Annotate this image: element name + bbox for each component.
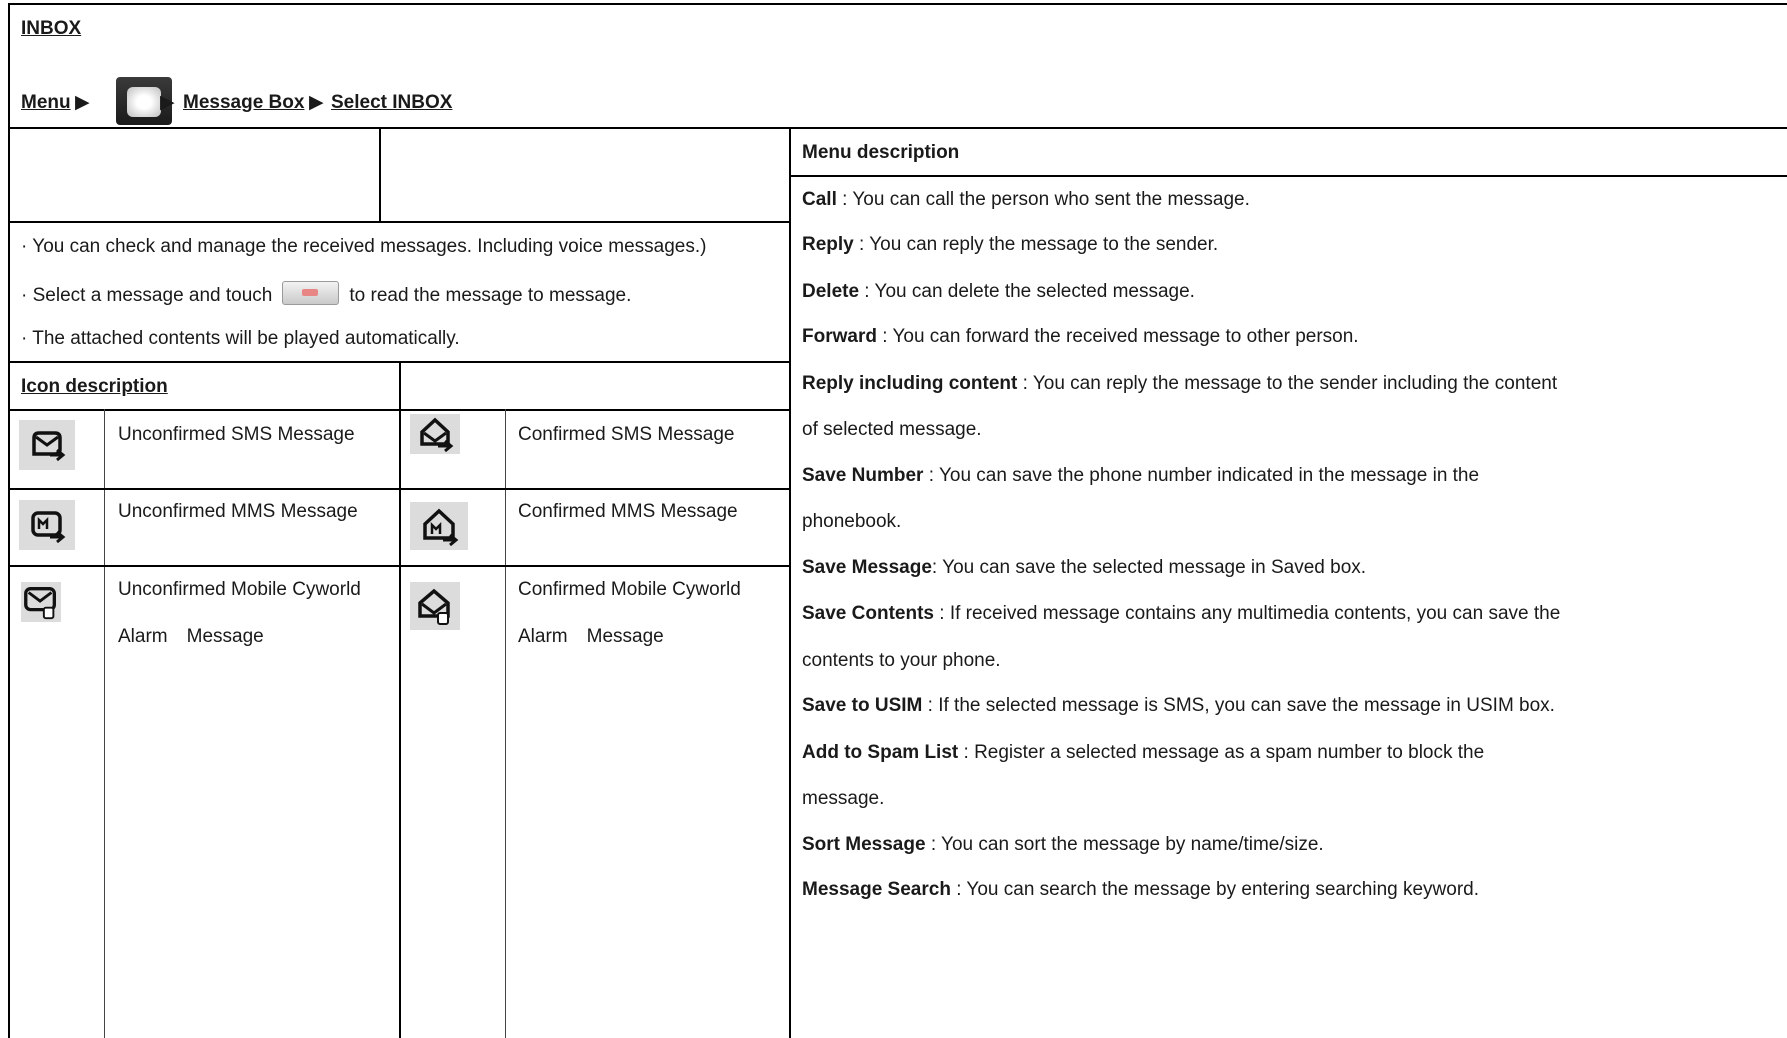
- confirmed-cyworld-label-2: Alarm Message: [518, 626, 664, 647]
- menu-item-save-contents: Save Contents : If received message cont…: [802, 603, 1561, 624]
- empty-cell-divider: [379, 127, 381, 223]
- breadcrumb-arrow-icon: ▶: [160, 92, 175, 113]
- outer-border-top: [8, 3, 1787, 5]
- menu-item-add-to-spam-list-cont: message.: [802, 788, 885, 809]
- icon-row2-bottom: [8, 565, 790, 567]
- menu-item-save-to-usim: Save to USIM : If the selected message i…: [802, 695, 1555, 716]
- header-divider: [8, 127, 1787, 129]
- menu-item-save-number: Save Number : You can save the phone num…: [802, 465, 1480, 486]
- breadcrumb-arrow-icon: ▶: [75, 92, 90, 113]
- menu-item-message-search: Message Search : You can search the mess…: [802, 879, 1480, 900]
- open-cyworld-envelope-icon: [418, 588, 450, 625]
- unconfirmed-sms-label: Unconfirmed SMS Message: [118, 424, 355, 445]
- menu-item-sort-message: Sort Message : You can sort the message …: [802, 834, 1324, 855]
- intro-line-3: · The attached contents will be played a…: [21, 328, 460, 349]
- breadcrumb-arrow-icon: ▶: [309, 92, 324, 113]
- icon-description-heading: Icon description: [21, 376, 168, 397]
- mms-envelope-icon: [31, 511, 66, 544]
- confirmed-mms-icon-cell: [410, 502, 468, 550]
- menu-item-add-to-spam-list: Add to Spam List : Register a selected m…: [802, 742, 1485, 763]
- menu-heading-bottom: [789, 175, 1787, 177]
- envelope-arrow-icon: [32, 431, 66, 462]
- menu-item-save-message: Save Message: You can save the selected …: [802, 557, 1367, 578]
- column-divider-main: [789, 127, 791, 1038]
- icon-col-divider-right: [505, 409, 506, 1038]
- open-envelope-arrow-icon: [420, 417, 454, 453]
- intro-line-2-before: · Select a message and touch: [21, 285, 273, 307]
- menu-item-save-contents-cont: contents to your phone.: [802, 650, 1001, 671]
- breadcrumb-menu[interactable]: Menu: [21, 91, 71, 115]
- confirmed-sms-label: Confirmed SMS Message: [518, 424, 735, 445]
- open-mms-envelope-icon: [423, 508, 459, 546]
- menu-item-forward: Forward : You can forward the received m…: [802, 326, 1359, 347]
- touch-read-button-icon: [282, 281, 340, 305]
- intro-line-2: · Select a message and touch to read the …: [21, 281, 632, 308]
- page-title: INBOX: [21, 18, 82, 39]
- cyworld-envelope-icon: [24, 587, 56, 620]
- empty-row-bottom: [8, 221, 790, 223]
- menu-item-reply: Reply : You can reply the message to the…: [802, 234, 1219, 255]
- intro-line-1: · You can check and manage the received …: [21, 236, 707, 257]
- intro-line-2-after: to read the message to message.: [349, 285, 632, 307]
- confirmed-mms-label: Confirmed MMS Message: [518, 501, 738, 522]
- menu-item-reply-including-content: Reply including content : You can reply …: [802, 373, 1558, 394]
- menu-item-reply-including-content-cont: of selected message.: [802, 419, 982, 440]
- icon-row1-bottom: [8, 488, 790, 490]
- unconfirmed-cyworld-icon-cell: [21, 582, 61, 622]
- icon-heading-bottom: [8, 409, 790, 411]
- unconfirmed-mms-label: Unconfirmed MMS Message: [118, 501, 358, 522]
- confirmed-cyworld-icon-cell: [410, 582, 460, 630]
- unconfirmed-cyworld-label-1: Unconfirmed Mobile Cyworld: [118, 579, 361, 600]
- breadcrumb-select-inbox[interactable]: Select INBOX: [331, 91, 452, 115]
- icon-col-divider-left: [104, 409, 105, 1038]
- unconfirmed-sms-icon-cell: [19, 420, 75, 470]
- menu-item-delete: Delete : You can delete the selected mes…: [802, 281, 1195, 302]
- unconfirmed-cyworld-label-2: Alarm Message: [118, 626, 264, 647]
- menu-description-heading: Menu description: [802, 142, 960, 163]
- confirmed-cyworld-label-1: Confirmed Mobile Cyworld: [518, 579, 741, 600]
- outer-border-left: [8, 3, 10, 1038]
- menu-item-call: Call : You can call the person who sent …: [802, 189, 1250, 210]
- menu-item-save-number-cont: phonebook.: [802, 511, 902, 532]
- breadcrumb-message-box[interactable]: Message Box: [183, 91, 304, 115]
- unconfirmed-mms-icon-cell: [19, 500, 75, 550]
- icon-heading-divider: [399, 361, 401, 1038]
- confirmed-sms-icon-cell: [410, 414, 460, 454]
